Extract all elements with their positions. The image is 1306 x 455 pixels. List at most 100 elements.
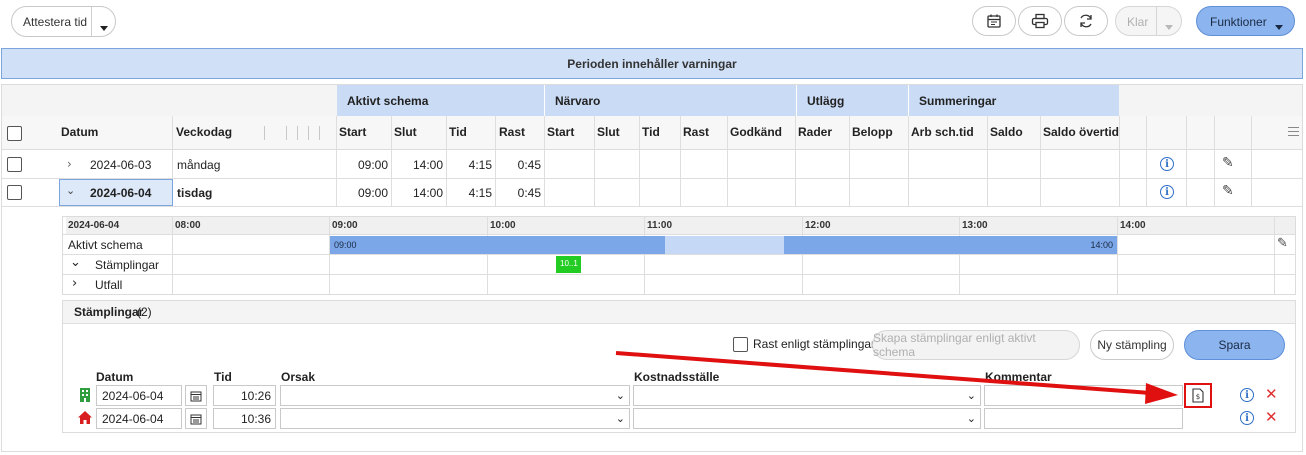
ny-stampling-label[interactable]: Ny stämpling bbox=[1097, 338, 1166, 352]
col-resizer[interactable] bbox=[264, 126, 265, 140]
klar-label[interactable]: Klar bbox=[1127, 15, 1148, 29]
chevron-down-icon[interactable] bbox=[100, 20, 108, 34]
calendar-button[interactable] bbox=[972, 6, 1016, 36]
orsak-select[interactable]: ⌄ bbox=[280, 408, 630, 429]
timeline-date: 2024-06-04 bbox=[66, 217, 172, 234]
document-currency-icon: $ bbox=[1192, 388, 1204, 403]
print-button[interactable] bbox=[1018, 6, 1062, 36]
col-s-saldo[interactable]: Saldo bbox=[990, 125, 1023, 139]
chevron-right-icon[interactable]: › bbox=[72, 276, 77, 291]
col-u-rader[interactable]: Rader bbox=[798, 125, 832, 139]
stamp-time-input[interactable]: 10:26 bbox=[213, 385, 276, 406]
edit-icon[interactable]: ✎ bbox=[1222, 155, 1234, 171]
chevron-right-icon[interactable]: › bbox=[67, 157, 72, 171]
delete-icon[interactable]: ✕ bbox=[1265, 385, 1278, 403]
chevron-down-icon[interactable]: ⌄ bbox=[70, 255, 81, 270]
rast-label[interactable]: Rast enligt stämplingar bbox=[753, 337, 875, 351]
grid-line bbox=[795, 116, 796, 206]
col-resizer[interactable] bbox=[308, 126, 309, 140]
attestera-tid-label[interactable]: Attestera tid bbox=[23, 15, 87, 29]
stamp-date-input[interactable]: 2024-06-04 bbox=[96, 408, 182, 429]
col-as-rast[interactable]: Rast bbox=[499, 125, 525, 139]
grid-line bbox=[1214, 116, 1215, 206]
col-as-start[interactable]: Start bbox=[339, 125, 366, 139]
print-icon bbox=[1031, 13, 1049, 29]
timeline-row-label[interactable]: Stämplingar bbox=[95, 258, 159, 272]
spara-button[interactable]: Spara bbox=[1184, 330, 1285, 360]
timeline-hour: 11:00 bbox=[645, 217, 802, 234]
col-s-arb[interactable]: Arb sch.tid bbox=[911, 125, 974, 139]
timeline-grid bbox=[63, 234, 1295, 235]
grid-line bbox=[1119, 116, 1120, 206]
attestera-tid-split-button[interactable]: Attestera tid bbox=[11, 6, 116, 37]
spara-label[interactable]: Spara bbox=[1218, 338, 1250, 352]
rast-checkbox[interactable] bbox=[733, 337, 748, 352]
row-veckodag: måndag bbox=[177, 158, 221, 172]
col-s-saldo-overtid[interactable]: Saldo övertid bbox=[1043, 125, 1119, 139]
stamplingar-count: (2) bbox=[137, 305, 152, 319]
stamp-date-value: 2024-06-04 bbox=[102, 389, 164, 403]
info-icon[interactable]: i bbox=[1240, 388, 1254, 402]
col-n-rast[interactable]: Rast bbox=[683, 125, 709, 139]
calendar-icon bbox=[987, 14, 1001, 28]
stamp-time-input[interactable]: 10:36 bbox=[213, 408, 276, 429]
kommentar-input[interactable] bbox=[984, 385, 1183, 406]
cost-document-button[interactable]: $ bbox=[1184, 383, 1212, 408]
funktioner-label[interactable]: Funktioner bbox=[1210, 15, 1267, 29]
klar-split-button[interactable]: Klar bbox=[1115, 6, 1182, 36]
schedule-bar[interactable]: 14:00 bbox=[784, 236, 1117, 254]
column-menu-icon[interactable] bbox=[1288, 127, 1299, 136]
orsak-select[interactable]: ⌄ bbox=[280, 385, 630, 406]
chevron-down-icon[interactable]: ⌄ bbox=[66, 184, 75, 197]
row-slut: 14:00 bbox=[412, 186, 443, 200]
skapa-stamplingar-button[interactable]: Skapa stämplingar enligt aktivt schema bbox=[872, 330, 1080, 360]
info-icon[interactable]: i bbox=[1240, 411, 1254, 425]
ny-stampling-button[interactable]: Ny stämpling bbox=[1090, 330, 1174, 360]
stamp-date-input[interactable]: 2024-06-04 bbox=[96, 385, 182, 406]
col-as-slut[interactable]: Slut bbox=[394, 125, 417, 139]
timeline-row-label[interactable]: Utfall bbox=[95, 278, 122, 292]
edit-icon[interactable]: ✎ bbox=[1222, 183, 1234, 199]
col-n-slut[interactable]: Slut bbox=[597, 125, 620, 139]
skapa-label[interactable]: Skapa stämplingar enligt aktivt schema bbox=[873, 331, 1079, 359]
row-checkbox[interactable] bbox=[7, 185, 22, 200]
kostnadsstalle-select[interactable]: ⌄ bbox=[633, 385, 981, 406]
calendar-picker-button[interactable] bbox=[185, 408, 207, 429]
info-icon[interactable]: i bbox=[1160, 185, 1174, 199]
select-all-checkbox[interactable] bbox=[7, 126, 22, 141]
schedule-bar[interactable]: 09:00 bbox=[330, 236, 665, 254]
col-n-godkand[interactable]: Godkänd bbox=[730, 125, 782, 139]
row-tid: 4:15 bbox=[468, 158, 492, 172]
group-narvaro: Närvaro bbox=[544, 85, 796, 116]
group-summeringar: Summeringar bbox=[908, 85, 1119, 116]
stamp-marker[interactable]: 10..1 bbox=[556, 256, 581, 273]
chevron-down-icon: ⌄ bbox=[966, 389, 976, 402]
delete-icon[interactable]: ✕ bbox=[1265, 408, 1278, 426]
col-datum[interactable]: Datum bbox=[61, 125, 98, 139]
info-icon[interactable]: i bbox=[1160, 157, 1174, 171]
col-n-start[interactable]: Start bbox=[547, 125, 574, 139]
col-resizer[interactable] bbox=[319, 126, 320, 140]
calendar-picker-button[interactable] bbox=[185, 385, 207, 406]
row-checkbox[interactable] bbox=[7, 157, 22, 172]
col-as-tid[interactable]: Tid bbox=[449, 125, 467, 139]
grid-line bbox=[1186, 116, 1187, 206]
col-n-tid[interactable]: Tid bbox=[642, 125, 660, 139]
col-resizer[interactable] bbox=[286, 126, 287, 140]
grid-line bbox=[908, 116, 909, 206]
row-slut: 14:00 bbox=[412, 158, 443, 172]
col-u-belopp[interactable]: Belopp bbox=[852, 125, 893, 139]
schedule-end-label: 14:00 bbox=[1090, 240, 1113, 250]
chevron-down-icon: ⌄ bbox=[615, 412, 625, 425]
break-bar[interactable] bbox=[665, 236, 784, 254]
col-resizer[interactable] bbox=[297, 126, 298, 140]
chevron-down-icon: ⌄ bbox=[615, 389, 625, 402]
chevron-down-icon[interactable] bbox=[1165, 19, 1173, 33]
kostnadsstalle-select[interactable]: ⌄ bbox=[633, 408, 981, 429]
refresh-button[interactable] bbox=[1064, 6, 1108, 36]
funktioner-button[interactable]: Funktioner bbox=[1196, 6, 1295, 36]
kommentar-input[interactable] bbox=[984, 408, 1183, 429]
col-veckodag[interactable]: Veckodag bbox=[176, 125, 232, 139]
group-utlagg: Utlägg bbox=[796, 85, 908, 116]
edit-schedule-icon[interactable]: ✎ bbox=[1277, 236, 1288, 251]
